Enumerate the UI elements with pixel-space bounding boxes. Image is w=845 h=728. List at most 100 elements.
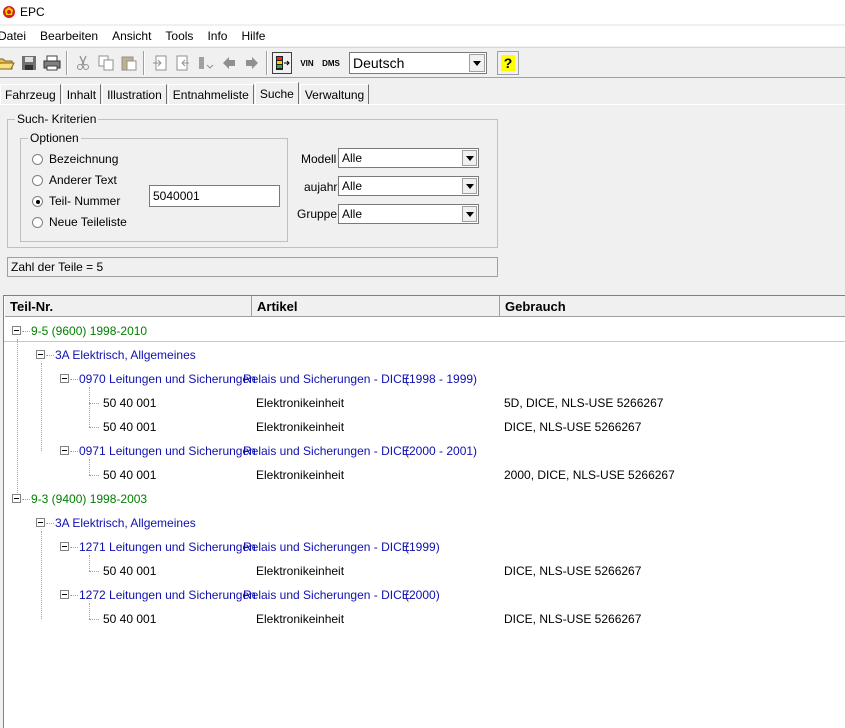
epc-app-icon bbox=[3, 6, 15, 18]
collapse-icon[interactable] bbox=[60, 446, 69, 455]
column-artikel[interactable]: Artikel bbox=[252, 296, 500, 317]
save-button[interactable] bbox=[19, 52, 39, 74]
selection-focus-line bbox=[3, 341, 845, 342]
dropdown-button[interactable] bbox=[469, 54, 485, 72]
radio-button[interactable] bbox=[32, 174, 43, 186]
tab-inhalt[interactable]: Inhalt bbox=[61, 84, 102, 104]
dropdown-button[interactable] bbox=[462, 206, 477, 222]
option-label: Anderer Text bbox=[49, 173, 117, 187]
menu-datei[interactable]: Datei bbox=[0, 29, 34, 43]
tree-section-node[interactable]: 1271 Leitungen und Sicherungen bbox=[79, 539, 256, 555]
part-gebrauch: 2000, DICE, NLS-USE 5266267 bbox=[504, 468, 675, 482]
tree-connector bbox=[89, 603, 90, 619]
export-button[interactable] bbox=[150, 52, 170, 74]
menu-bearbeiten[interactable]: Bearbeiten bbox=[40, 29, 106, 43]
option-label: Neue Teileliste bbox=[49, 215, 127, 229]
tree-connector bbox=[89, 427, 99, 428]
bookmark-dropdown-icon bbox=[199, 57, 214, 69]
paste-button[interactable] bbox=[119, 52, 139, 74]
dropdown-button[interactable] bbox=[462, 178, 477, 194]
tree-connector bbox=[46, 523, 54, 524]
floppy-disk-icon bbox=[22, 56, 36, 70]
tree-connector bbox=[70, 595, 78, 596]
menu-info[interactable]: Info bbox=[207, 29, 235, 43]
tab-fahrzeug[interactable]: Fahrzeug bbox=[0, 84, 61, 104]
menu-tools[interactable]: Tools bbox=[165, 29, 201, 43]
copy-button[interactable] bbox=[96, 52, 116, 74]
modell-select[interactable]: Alle bbox=[338, 148, 479, 168]
section-years: (1999) bbox=[405, 540, 440, 554]
collapse-icon[interactable] bbox=[60, 590, 69, 599]
tree-connector bbox=[89, 555, 90, 571]
table-row-part-nr[interactable]: 50 40 001 bbox=[103, 467, 156, 483]
collapse-icon[interactable] bbox=[12, 494, 21, 503]
part-gebrauch: DICE, NLS-USE 5266267 bbox=[504, 564, 642, 578]
table-row-part-nr[interactable]: 50 40 001 bbox=[103, 611, 156, 627]
modell-label: Modell bbox=[301, 152, 337, 166]
back-button[interactable] bbox=[219, 52, 239, 74]
baujahr-value: Alle bbox=[342, 179, 363, 193]
option-label: Bezeichnung bbox=[49, 152, 119, 166]
tree-group-node[interactable]: 3A Elektrisch, Allgemeines bbox=[55, 347, 196, 363]
menu-hilfe[interactable]: Hilfe bbox=[241, 29, 273, 43]
cut-button[interactable] bbox=[73, 52, 93, 74]
print-button[interactable] bbox=[42, 52, 62, 74]
tab-suche[interactable]: Suche bbox=[254, 82, 299, 104]
modell-value: Alle bbox=[342, 151, 363, 165]
tree-connector bbox=[89, 403, 99, 404]
vin-button[interactable]: VIN bbox=[296, 52, 318, 74]
tree-section-node[interactable]: 1272 Leitungen und Sicherungen bbox=[79, 587, 256, 603]
language-select[interactable]: Deutsch bbox=[349, 52, 487, 74]
dms-button[interactable]: DMS bbox=[320, 52, 342, 74]
table-row-part-nr[interactable]: 50 40 001 bbox=[103, 395, 156, 411]
collapse-icon[interactable] bbox=[12, 326, 21, 335]
table-row-part-nr[interactable]: 50 40 001 bbox=[103, 419, 156, 435]
radio-button[interactable] bbox=[32, 153, 43, 165]
tree-model-node[interactable]: 9-3 (9400) 1998-2003 bbox=[31, 491, 147, 507]
tree-connector bbox=[70, 547, 78, 548]
tree-connector bbox=[89, 475, 99, 476]
tab-entnahmeliste[interactable]: Entnahmeliste bbox=[167, 84, 254, 104]
part-artikel: Elektronikeinheit bbox=[256, 564, 345, 578]
tree-connector bbox=[41, 531, 42, 619]
collapse-icon[interactable] bbox=[60, 374, 69, 383]
bookmark-button[interactable] bbox=[196, 52, 216, 74]
column-teil-nr[interactable]: Teil-Nr. bbox=[5, 296, 252, 317]
tab-illustration[interactable]: Illustration bbox=[102, 84, 167, 104]
column-gebrauch[interactable]: Gebrauch bbox=[500, 296, 845, 317]
option-neue-teileliste[interactable]: Neue Teileliste bbox=[32, 214, 127, 230]
tree-model-node[interactable]: 9-5 (9600) 1998-2010 bbox=[31, 323, 147, 339]
tab-verwaltung[interactable]: Verwaltung bbox=[299, 84, 370, 104]
table-row-part-nr[interactable]: 50 40 001 bbox=[103, 563, 156, 579]
option-bezeichnung[interactable]: Bezeichnung bbox=[32, 151, 118, 167]
option-anderer-text[interactable]: Anderer Text bbox=[32, 172, 117, 188]
collapse-icon[interactable] bbox=[36, 518, 45, 527]
option-teil-nummer[interactable]: Teil- Nummer bbox=[32, 193, 120, 209]
part-artikel: Elektronikeinheit bbox=[256, 612, 345, 626]
collapse-icon[interactable] bbox=[60, 542, 69, 551]
option-label: Teil- Nummer bbox=[49, 194, 121, 208]
gruppe-select[interactable]: Alle bbox=[338, 204, 479, 224]
clipboard-paste-icon bbox=[121, 56, 137, 71]
radio-button[interactable] bbox=[32, 216, 43, 228]
collapse-icon[interactable] bbox=[36, 350, 45, 359]
help-button[interactable]: ? bbox=[497, 51, 519, 75]
dms-label: DMS bbox=[322, 58, 340, 68]
part-number-input[interactable] bbox=[149, 185, 280, 207]
results-tree[interactable]: Teil-Nr. Artikel Gebrauch 9-5 (9600) 199… bbox=[3, 295, 845, 728]
tree-group-node[interactable]: 3A Elektrisch, Allgemeines bbox=[55, 515, 196, 531]
traffic-light-icon bbox=[276, 56, 290, 70]
menu-ansicht[interactable]: Ansicht bbox=[112, 29, 159, 43]
open-folder-button[interactable] bbox=[0, 52, 16, 74]
baujahr-select[interactable]: Alle bbox=[338, 176, 479, 196]
parts-list-button[interactable] bbox=[272, 52, 292, 74]
tree-section-node[interactable]: 0970 Leitungen und Sicherungen bbox=[79, 371, 256, 387]
dropdown-button[interactable] bbox=[462, 150, 477, 166]
import-button[interactable] bbox=[173, 52, 193, 74]
radio-button-selected[interactable] bbox=[32, 195, 43, 207]
document-return-icon bbox=[176, 55, 189, 71]
section-subtitle: Relais und Sicherungen - DICE bbox=[243, 588, 410, 602]
copy-icon bbox=[98, 55, 114, 71]
forward-button[interactable] bbox=[242, 52, 262, 74]
tree-section-node[interactable]: 0971 Leitungen und Sicherungen bbox=[79, 443, 256, 459]
